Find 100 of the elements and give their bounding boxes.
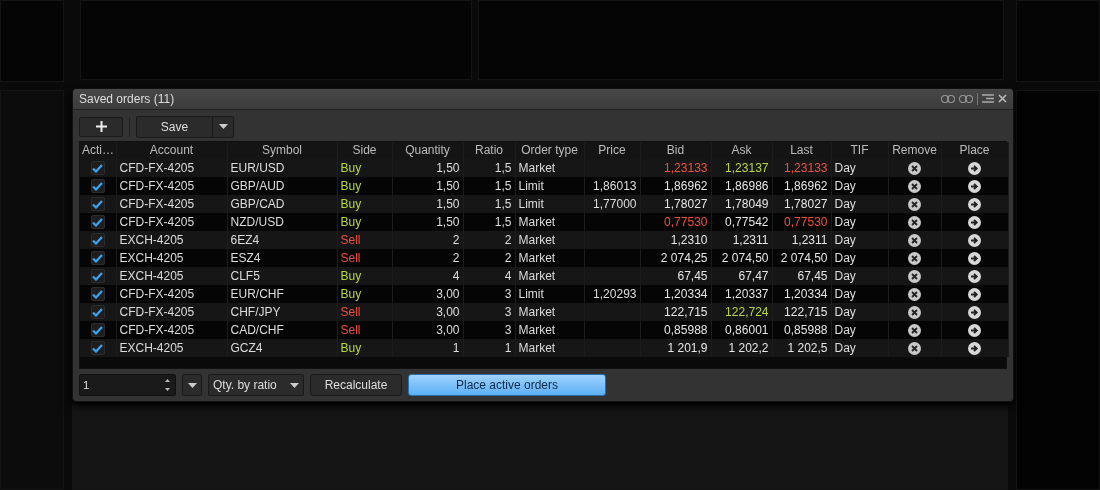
table-cell: CFD-FX-4205 — [116, 284, 227, 303]
table-cell: 1,20337 — [711, 284, 772, 303]
remove-icon[interactable] — [908, 342, 921, 355]
table-cell: 1,2310 — [640, 230, 711, 249]
table-cell: Day — [831, 266, 888, 285]
column-header[interactable]: Ratio — [463, 141, 515, 159]
checkbox[interactable] — [90, 197, 105, 212]
table-cell: 0,77530 — [772, 212, 831, 231]
remove-icon[interactable] — [908, 162, 921, 175]
remove-icon[interactable] — [908, 306, 921, 319]
column-header[interactable]: Remove — [888, 141, 941, 159]
column-header[interactable]: Bid — [640, 141, 711, 159]
quantity-dropdown-button[interactable] — [182, 374, 202, 397]
arrow-right-icon[interactable] — [968, 288, 981, 301]
remove-icon[interactable] — [908, 216, 921, 229]
table-cell: CAD/CHF — [227, 320, 337, 339]
table-cell: 2 074,50 — [772, 248, 831, 267]
column-header[interactable]: TIF — [831, 141, 888, 159]
column-header[interactable]: Price — [584, 141, 640, 159]
checkbox[interactable] — [90, 287, 105, 302]
table-cell: 1,20334 — [772, 284, 831, 303]
link-icon[interactable] — [941, 94, 955, 103]
table-cell: Buy — [337, 338, 392, 357]
remove-icon[interactable] — [908, 252, 921, 265]
arrow-right-icon[interactable] — [968, 270, 981, 283]
table-cell: 122,715 — [772, 302, 831, 321]
arrow-right-icon[interactable] — [968, 252, 981, 265]
mode-dropdown[interactable]: Qty. by ratio — [208, 374, 304, 397]
arrow-right-icon[interactable] — [968, 216, 981, 229]
table-cell: 1,86986 — [711, 176, 772, 195]
checkbox[interactable] — [90, 233, 105, 248]
column-header[interactable]: Quantity — [392, 141, 463, 159]
caret-icon — [187, 382, 197, 388]
table-cell: 3 — [463, 302, 515, 321]
checkbox[interactable] — [90, 269, 105, 284]
remove-icon[interactable] — [908, 198, 921, 211]
remove-icon[interactable] — [908, 270, 921, 283]
table-cell: 0,77530 — [640, 212, 711, 231]
checkbox[interactable] — [90, 179, 105, 194]
table-cell: Sell — [337, 230, 392, 249]
remove-icon[interactable] — [908, 324, 921, 337]
checkbox[interactable] — [90, 161, 105, 176]
checkbox[interactable] — [90, 215, 105, 230]
table-cell: Buy — [337, 212, 392, 231]
arrow-right-icon[interactable] — [968, 180, 981, 193]
table-cell: 4 — [392, 266, 463, 285]
table-cell: CFD-FX-4205 — [116, 158, 227, 177]
table-cell: GBP/AUD — [227, 176, 337, 195]
table-cell: Day — [831, 212, 888, 231]
remove-icon[interactable] — [908, 288, 921, 301]
column-header[interactable]: Ask — [711, 141, 772, 159]
arrow-right-icon[interactable] — [968, 162, 981, 175]
arrow-right-icon[interactable] — [968, 324, 981, 337]
table-cell: EUR/USD — [227, 158, 337, 177]
table-cell: ESZ4 — [227, 248, 337, 267]
link-icon[interactable] — [959, 94, 973, 103]
checkbox[interactable] — [90, 305, 105, 320]
arrow-right-icon[interactable] — [968, 198, 981, 211]
table-cell: Day — [831, 176, 888, 195]
table-cell: Market — [515, 266, 584, 285]
table-cell: 6EZ4 — [227, 230, 337, 249]
close-icon[interactable] — [998, 94, 1007, 104]
checkbox[interactable] — [90, 251, 105, 266]
table-cell: 1,86962 — [640, 176, 711, 195]
table-cell: 1,50 — [392, 212, 463, 231]
table-cell: 1,50 — [392, 194, 463, 213]
table-cell: CFD-FX-4205 — [116, 194, 227, 213]
remove-icon[interactable] — [908, 234, 921, 247]
table-cell: Day — [831, 320, 888, 339]
arrow-right-icon[interactable] — [968, 306, 981, 319]
column-header[interactable]: Side — [337, 141, 392, 159]
table-cell: Day — [831, 194, 888, 213]
arrow-right-icon[interactable] — [968, 234, 981, 247]
place-orders-button[interactable]: Place active orders — [408, 374, 606, 397]
column-header[interactable]: Account — [116, 141, 227, 159]
remove-icon[interactable] — [908, 180, 921, 193]
dialog-title: Saved orders (11) — [79, 91, 176, 106]
table-cell: Day — [831, 230, 888, 249]
column-header[interactable]: Acti… — [80, 141, 116, 159]
menu-icon[interactable] — [982, 94, 994, 104]
checkbox[interactable] — [90, 341, 105, 356]
table-cell: EXCH-4205 — [116, 338, 227, 357]
arrow-right-icon[interactable] — [968, 342, 981, 355]
column-header[interactable]: Symbol — [227, 141, 337, 159]
column-header[interactable]: Place — [941, 141, 1008, 159]
table-cell: Market — [515, 212, 584, 231]
table-cell: 1,86013 — [584, 176, 640, 195]
table-cell: 2 074,25 — [640, 248, 711, 267]
table-cell: 3 — [463, 284, 515, 303]
column-header[interactable]: Order type — [515, 141, 584, 159]
column-header[interactable]: Last — [772, 141, 831, 159]
spin-arrows-icon[interactable] — [164, 378, 171, 393]
recalculate-button[interactable]: Recalculate — [310, 374, 402, 397]
table-cell: CFD-FX-4205 — [116, 212, 227, 231]
quantity-field[interactable]: 1 — [79, 374, 176, 397]
table-cell: 67,45 — [772, 266, 831, 285]
checkbox[interactable] — [90, 323, 105, 338]
table-cell: 1,5 — [463, 176, 515, 195]
add-button[interactable] — [79, 116, 123, 137]
table-cell: 1,5 — [463, 158, 515, 177]
